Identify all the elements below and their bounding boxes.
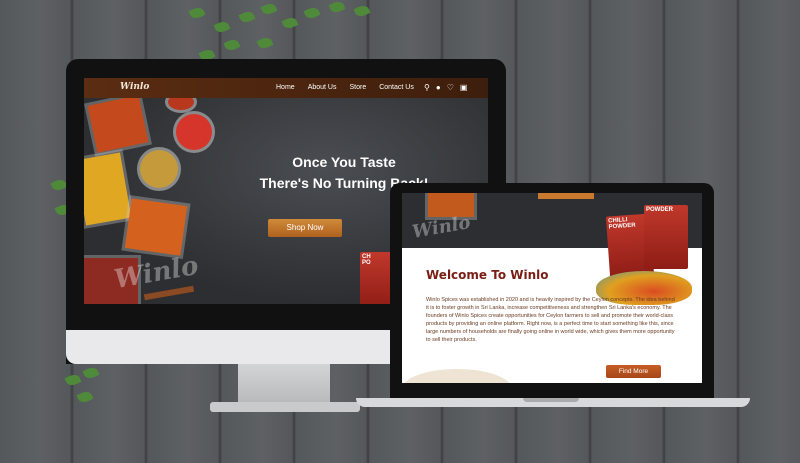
welcome-heading: Welcome To Winlo	[426, 268, 549, 282]
saffron-dish	[87, 95, 149, 153]
laptop-website-screen: Winlo CHILLI POWDER POWDER Welcome To Wi…	[402, 193, 702, 383]
cart-icon[interactable]: ▣	[460, 83, 468, 92]
laptop-notch	[523, 398, 579, 402]
orange-bar	[538, 193, 594, 199]
desktop-monitor-stand	[238, 364, 330, 404]
paprika-dish	[124, 198, 188, 256]
cumin-bowl	[140, 150, 178, 188]
user-icon[interactable]: ●	[436, 83, 441, 92]
desktop-monitor-base	[210, 402, 360, 412]
about-paragraph: Winlo Spices was established in 2020 and…	[426, 297, 675, 343]
main-menu: Home About Us Store Contact Us	[276, 84, 414, 91]
nav-contact-link[interactable]: Contact Us	[379, 84, 414, 91]
nav-about-link[interactable]: About Us	[308, 84, 337, 91]
turmeric-dish	[84, 152, 132, 226]
heart-icon[interactable]: ♡	[447, 83, 454, 92]
winlo-watermark-laptop: Winlo	[410, 212, 473, 243]
nav-icons: ⚲ ● ♡ ▣	[424, 83, 467, 92]
nav-home-link[interactable]: Home	[276, 84, 295, 91]
decor-circle	[402, 369, 512, 383]
search-icon[interactable]: ⚲	[424, 83, 430, 92]
chili-powder-package: CH PO	[360, 252, 394, 304]
find-more-button[interactable]: Find More	[606, 365, 661, 378]
hero-line-1: Once You Taste	[292, 154, 396, 170]
chili-powder-bowl	[176, 114, 212, 150]
shop-now-button[interactable]: Shop Now	[268, 219, 342, 237]
chilli-powder-package-2: POWDER	[644, 205, 688, 269]
nav-store-link[interactable]: Store	[349, 84, 366, 91]
top-navigation-bar: Winlo Home About Us Store Contact Us ⚲ ●…	[84, 78, 488, 98]
brand-logo[interactable]: Winlo	[120, 82, 149, 92]
